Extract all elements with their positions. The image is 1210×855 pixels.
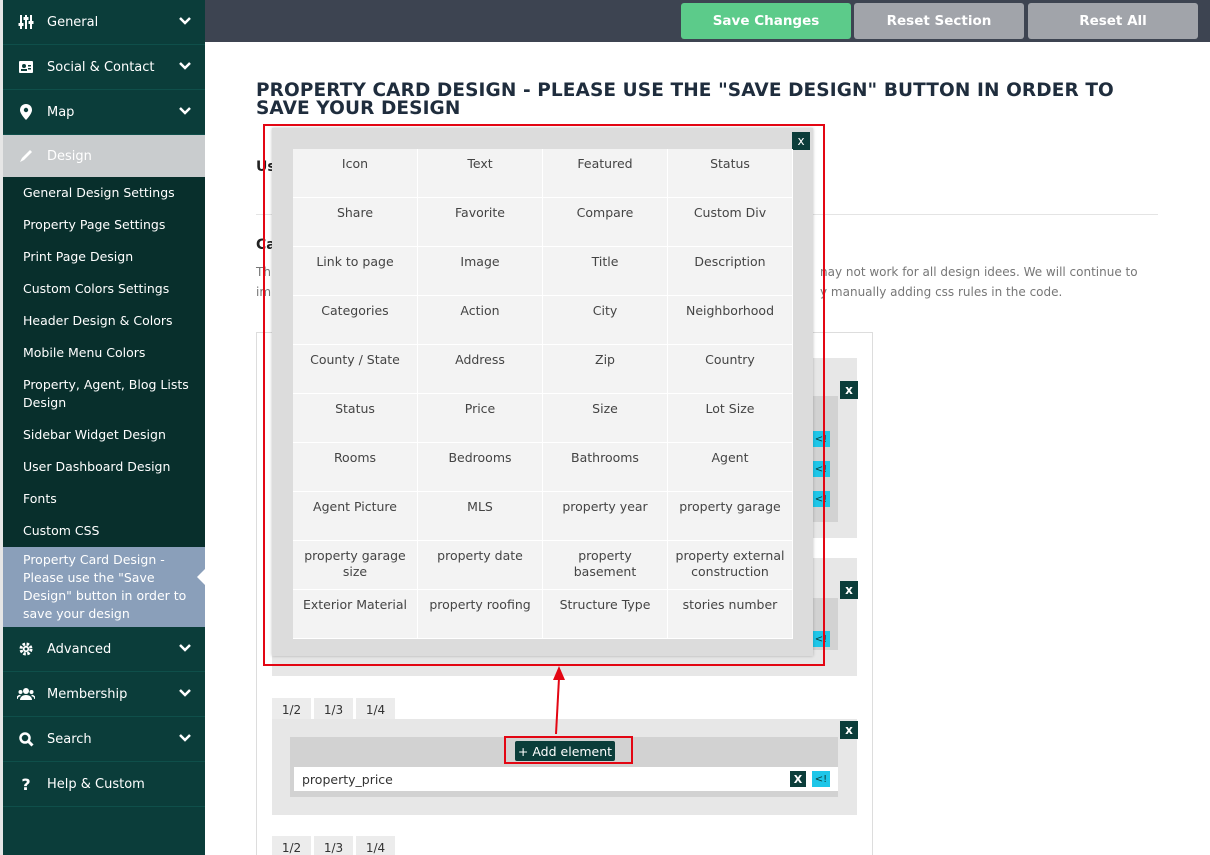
sidebar-item-design[interactable]: Design: [3, 135, 205, 177]
remove-row-button[interactable]: x: [840, 721, 858, 739]
sidebar-item-label: Help & Custom: [47, 776, 145, 792]
chevron-down-icon[interactable]: [177, 13, 193, 29]
question-icon: ?: [21, 774, 31, 794]
sidebar-item-search[interactable]: Search: [3, 717, 205, 762]
sidebar-subitem[interactable]: Custom CSS: [3, 515, 205, 547]
chevron-down-icon[interactable]: [177, 685, 193, 701]
sidebar-subitem-active[interactable]: Property Card Design - Please use the "S…: [3, 547, 205, 627]
remove-row-button[interactable]: x: [840, 581, 858, 599]
tab-quarter[interactable]: 1/4: [356, 836, 395, 855]
sidebar: General Social & Contact Map Design Gene…: [0, 0, 205, 855]
highlight-box-popup: [263, 124, 825, 666]
map-marker-icon: [17, 103, 35, 121]
description-text: nay not work for all design idees. We wi…: [820, 265, 1138, 279]
sidebar-item-label: Membership: [47, 686, 128, 702]
top-toolbar: Save Changes Reset Section Reset All: [205, 0, 1210, 42]
sidebar-item-label: General: [47, 14, 99, 30]
sidebar-subitem[interactable]: Sidebar Widget Design: [3, 419, 205, 451]
sidebar-subitem[interactable]: General Design Settings: [3, 177, 205, 209]
design-submenu: General Design Settings Property Page Se…: [3, 177, 205, 627]
sidebar-subitem[interactable]: Property Page Settings: [3, 209, 205, 241]
sliders-icon: [17, 13, 35, 31]
gear-icon: [17, 640, 35, 658]
chevron-down-icon[interactable]: [177, 730, 193, 746]
sidebar-subitem[interactable]: Header Design & Colors: [3, 305, 205, 337]
users-icon: [17, 685, 35, 703]
page-title: PROPERTY CARD DESIGN - PLEASE USE THE "S…: [256, 80, 1114, 119]
sidebar-item-social-contact[interactable]: Social & Contact: [3, 45, 205, 90]
sidebar-item-membership[interactable]: Membership: [3, 672, 205, 717]
sidebar-item-label: Advanced: [47, 641, 112, 657]
highlight-box-add-element: [504, 736, 633, 764]
chevron-down-icon[interactable]: [177, 58, 193, 74]
remove-element-button[interactable]: X: [790, 771, 806, 787]
reset-all-button[interactable]: Reset All: [1028, 3, 1198, 39]
chevron-down-icon[interactable]: [177, 640, 193, 656]
reset-section-button[interactable]: Reset Section: [854, 3, 1024, 39]
move-element-button[interactable]: <!: [812, 771, 830, 787]
element-field-label: property_price: [302, 771, 393, 787]
element-field: property_price: [294, 767, 838, 791]
sidebar-subitem[interactable]: Custom Colors Settings: [3, 273, 205, 305]
sidebar-subitem[interactable]: Fonts: [3, 483, 205, 515]
sidebar-item-map[interactable]: Map: [3, 90, 205, 135]
remove-row-button[interactable]: x: [840, 381, 858, 399]
sidebar-item-help[interactable]: ? Help & Custom: [3, 762, 205, 807]
sidebar-item-label: Map: [47, 104, 75, 120]
tab-third[interactable]: 1/3: [314, 836, 353, 855]
sidebar-item-general[interactable]: General: [3, 0, 205, 45]
search-icon: [17, 730, 35, 748]
sidebar-item-label: Social & Contact: [47, 59, 155, 75]
sidebar-item-label: Search: [47, 731, 92, 747]
description-text: y manually adding css rules in the code.: [820, 285, 1063, 299]
column-tabs: 1/2 1/3 1/4: [272, 836, 398, 855]
sidebar-subitem[interactable]: User Dashboard Design: [3, 451, 205, 483]
pencil-icon: [17, 147, 35, 165]
sidebar-subitem[interactable]: Mobile Menu Colors: [3, 337, 205, 369]
sidebar-subitem[interactable]: Property, Agent, Blog Lists Design: [3, 369, 205, 419]
sidebar-item-advanced[interactable]: Advanced: [3, 627, 205, 672]
sidebar-item-label: Design: [47, 148, 92, 164]
chevron-down-icon[interactable]: [177, 103, 193, 119]
tab-half[interactable]: 1/2: [272, 836, 311, 855]
save-changes-button[interactable]: Save Changes: [681, 3, 851, 39]
contact-card-icon: [17, 58, 35, 76]
sidebar-subitem[interactable]: Print Page Design: [3, 241, 205, 273]
